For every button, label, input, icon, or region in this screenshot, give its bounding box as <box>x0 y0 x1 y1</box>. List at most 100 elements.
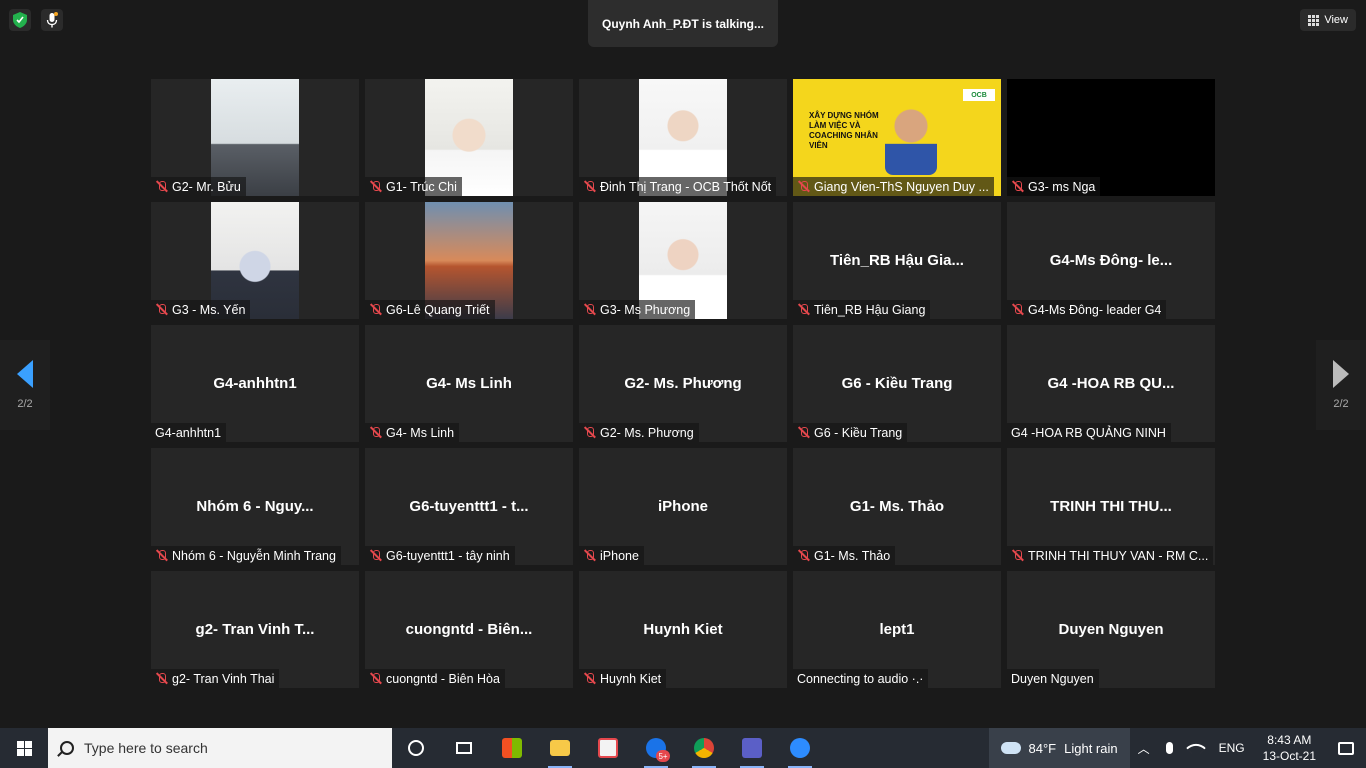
language-indicator[interactable]: ENG <box>1211 728 1253 768</box>
participant-tile[interactable]: G1- Trúc Chi <box>365 79 573 196</box>
search-icon <box>60 741 74 755</box>
participant-tile[interactable]: G1- Ms. Thảo G1- Ms. Thảo <box>793 448 1001 565</box>
muted-microphone-icon <box>583 672 596 685</box>
muted-microphone-icon <box>155 180 168 193</box>
participant-tile[interactable]: G6 - Kiều Trang G6 - Kiều Trang <box>793 325 1001 442</box>
chrome-app[interactable] <box>680 728 728 768</box>
participant-name: cuongntd - Biên Hòa <box>386 671 500 686</box>
participant-tile[interactable]: lept1 Connecting to audio ·.· <box>793 571 1001 688</box>
participant-name-label: G3- ms Nga <box>1007 177 1101 196</box>
participant-name: G3 - Ms. Yến <box>172 302 246 317</box>
participant-name-label: G3 - Ms. Yến <box>151 300 251 319</box>
participant-tile[interactable]: G4 -HOA RB QU... G4 -HOA RB QUẢNG NINH <box>1007 325 1215 442</box>
muted-microphone-icon <box>155 303 168 316</box>
participant-tile[interactable]: cuongntd - Biên... cuongntd - Biên Hòa <box>365 571 573 688</box>
participant-tile[interactable]: G2- Ms. Phương G2- Ms. Phương <box>579 325 787 442</box>
teams-app[interactable] <box>728 728 776 768</box>
store-app[interactable] <box>488 728 536 768</box>
network-button[interactable] <box>1181 728 1211 768</box>
microphone-status-icon[interactable] <box>41 9 63 31</box>
participant-tile[interactable]: G6-Lê Quang Triết <box>365 202 573 319</box>
zalo-app[interactable]: 5+ <box>632 728 680 768</box>
participant-tile[interactable]: Duyen Nguyen Duyen Nguyen <box>1007 571 1215 688</box>
participant-tile[interactable]: Tiên_RB Hậu Gia... Tiên_RB Hậu Giang <box>793 202 1001 319</box>
active-speaker-banner: Quynh Anh_P.ĐT is talking... <box>588 0 778 47</box>
teams-icon <box>742 738 762 758</box>
participant-name: G6-tuyenttt1 - tây ninh <box>386 548 510 563</box>
participant-tile[interactable]: G4- Ms Linh G4- Ms Linh <box>365 325 573 442</box>
previous-page-button[interactable]: 2/2 <box>0 340 50 430</box>
microphone-icon <box>1165 742 1173 754</box>
participant-tile[interactable]: XÂY DỰNG NHÓM LÀM VIỆC VÀ COACHING NHÂN … <box>793 79 1001 196</box>
arrow-left-icon <box>17 360 33 388</box>
weather-widget[interactable]: 84°F Light rain <box>988 728 1130 768</box>
participant-tile[interactable]: G3- Ms Phương <box>579 202 787 319</box>
slide-title: XÂY DỰNG NHÓM LÀM VIỆC VÀ COACHING NHÂN … <box>809 111 879 150</box>
palette-icon <box>598 738 618 758</box>
participant-name-label: G6 - Kiều Trang <box>793 423 908 442</box>
zoom-app[interactable] <box>776 728 824 768</box>
muted-microphone-icon <box>797 303 810 316</box>
participant-name-label: G3- Ms Phương <box>579 300 696 319</box>
security-shield-icon[interactable] <box>9 9 31 31</box>
muted-microphone-icon <box>1011 549 1024 562</box>
wifi-icon <box>1185 738 1206 758</box>
participant-tile[interactable]: Huynh Kiet Huynh Kiet <box>579 571 787 688</box>
participant-tile[interactable]: TRINH THI THU... TRINH THI THUY VAN - RM … <box>1007 448 1215 565</box>
start-button[interactable] <box>0 728 48 768</box>
participant-tile[interactable]: iPhone iPhone <box>579 448 787 565</box>
participant-tile[interactable]: G3 - Ms. Yến <box>151 202 359 319</box>
next-page-button[interactable]: 2/2 <box>1316 340 1366 430</box>
muted-microphone-icon <box>369 549 382 562</box>
participant-name: G1- Ms. Thảo <box>814 548 891 563</box>
muted-microphone-icon <box>583 180 596 193</box>
file-explorer-app[interactable] <box>536 728 584 768</box>
participant-name: G4-Ms Đông- leader G4 <box>1028 302 1162 317</box>
participant-name: Huynh Kiet <box>600 671 662 686</box>
action-center-button[interactable] <box>1326 728 1366 768</box>
participant-tile[interactable]: G6-tuyenttt1 - t... G6-tuyenttt1 - tây ni… <box>365 448 573 565</box>
participant-tile[interactable]: Đinh Thị Trang - OCB Thốt Nốt <box>579 79 787 196</box>
participant-tile[interactable]: G4-anhhtn1 G4-anhhtn1 <box>151 325 359 442</box>
participant-tile[interactable]: Nhóm 6 - Nguy... Nhóm 6 - Nguyễn Minh Tra… <box>151 448 359 565</box>
clock-date: 13-Oct-21 <box>1262 749 1316 763</box>
weather-temperature: 84°F <box>1028 740 1057 756</box>
participant-name-label: Duyen Nguyen <box>1007 669 1099 688</box>
participant-tile[interactable]: G3- ms Nga <box>1007 79 1215 196</box>
system-tray: 84°F Light rain ︿ ENG 8:43 AM 13-Oct-21 <box>988 728 1366 768</box>
taskbar-search-box[interactable]: Type here to search <box>48 728 392 768</box>
weather-description: Light rain <box>1064 740 1118 756</box>
participant-name-label: G1- Trúc Chi <box>365 177 462 196</box>
presenter-person <box>885 105 937 175</box>
participant-name-label: G4-Ms Đông- leader G4 <box>1007 300 1167 319</box>
participant-name-label: g2- Tran Vinh Thai <box>151 669 280 688</box>
participant-tile[interactable]: G2- Mr. Bửu <box>151 79 359 196</box>
cortana-button[interactable] <box>392 728 440 768</box>
zoom-camera-icon <box>790 738 810 758</box>
clock[interactable]: 8:43 AM 13-Oct-21 <box>1253 732 1326 764</box>
participant-tile[interactable]: g2- Tran Vinh T... g2- Tran Vinh Thai <box>151 571 359 688</box>
ocb-logo: OCB <box>963 89 995 101</box>
task-view-button[interactable] <box>440 728 488 768</box>
muted-microphone-icon <box>583 426 596 439</box>
clock-time: 8:43 AM <box>1267 733 1312 747</box>
view-button[interactable]: View <box>1300 9 1356 31</box>
muted-microphone-icon <box>1011 180 1024 193</box>
participant-name-label: Giang Vien-ThS Nguyen Duy ... <box>793 177 994 196</box>
participant-name: G6-Lê Quang Triết <box>386 302 490 317</box>
participant-tile[interactable]: G4-Ms Đông- le... G4-Ms Đông- leader G4 <box>1007 202 1215 319</box>
participant-name: TRINH THI THUY VAN - RM C... <box>1028 548 1209 563</box>
participant-name: g2- Tran Vinh Thai <box>172 671 275 686</box>
muted-microphone-icon <box>369 180 382 193</box>
participant-name-label: G6-Lê Quang Triết <box>365 300 495 319</box>
show-hidden-icons-button[interactable]: ︿ <box>1130 728 1158 768</box>
muted-microphone-icon <box>583 549 596 562</box>
paint-app[interactable] <box>584 728 632 768</box>
tray-microphone-button[interactable] <box>1158 728 1181 768</box>
participant-name: G2- Ms. Phương <box>600 425 694 440</box>
windows-taskbar: Type here to search 5+ 84°F Light rain ︿… <box>0 728 1366 768</box>
muted-microphone-icon <box>1011 303 1024 316</box>
arrow-right-icon <box>1333 360 1349 388</box>
participant-name: G4- Ms Linh <box>386 425 455 440</box>
page-indicator-left: 2/2 <box>17 398 33 410</box>
